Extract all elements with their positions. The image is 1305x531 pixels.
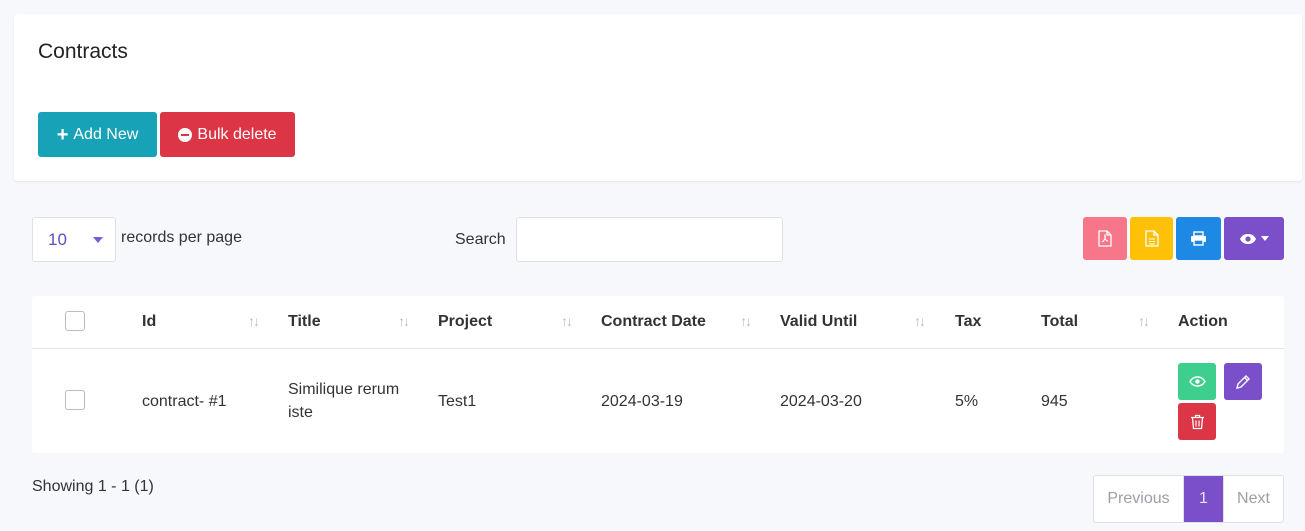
column-header-contract-date[interactable]: Contract Date [601,313,706,331]
column-header-project[interactable]: Project [438,313,492,331]
sort-icon[interactable]: ↑↓ [1138,313,1150,329]
add-new-label: Add New [73,125,139,143]
caret-down-icon [1261,236,1269,241]
sort-icon[interactable]: ↑↓ [740,313,752,329]
minus-circle-icon [178,127,193,142]
plus-icon: + [56,123,69,146]
trash-icon [1190,414,1204,429]
add-new-button[interactable]: + Add New [38,112,157,157]
cell-project: Test1 [438,393,477,410]
sort-icon[interactable]: ↑↓ [914,313,926,329]
export-pdf-button[interactable] [1083,217,1127,260]
per-page-value: 10 [48,229,67,249]
cell-title-line1: Similique rerum [288,381,400,398]
previous-page-button[interactable]: Previous [1094,476,1184,522]
column-header-action: Action [1178,313,1228,330]
print-button[interactable] [1176,217,1221,260]
bulk-delete-label: Bulk delete [197,125,277,143]
row-checkbox[interactable] [65,390,85,410]
page-1-button[interactable]: 1 [1184,476,1223,522]
pagination: Previous 1 Next [1093,475,1284,523]
page-title: Contracts [38,40,128,63]
eye-icon [1240,233,1256,244]
contracts-table: Id ↑↓ Title ↑↓ Project ↑↓ Contract Date … [32,296,1284,453]
next-page-button[interactable]: Next [1223,476,1283,522]
export-csv-button[interactable] [1130,217,1173,260]
pencil-icon [1236,374,1250,389]
cell-total: 945 [1041,393,1068,410]
sort-icon[interactable]: ↑↓ [398,313,410,329]
eye-icon [1188,376,1206,387]
cell-contract-date: 2024-03-19 [601,393,683,410]
pdf-icon [1098,230,1112,247]
cell-title-line2: iste [288,404,313,421]
caret-down-icon [93,237,103,243]
cell-valid-until: 2024-03-20 [780,393,862,410]
table-header: Id ↑↓ Title ↑↓ Project ↑↓ Contract Date … [32,296,1284,349]
delete-button[interactable] [1178,403,1216,440]
view-button[interactable] [1178,363,1216,400]
per-page-label: records per page [121,229,242,246]
column-header-total[interactable]: Total [1041,313,1078,331]
column-header-valid-until[interactable]: Valid Until [780,313,857,331]
print-icon [1191,231,1206,246]
records-per-page-select[interactable]: 10 [32,217,116,262]
bulk-delete-button[interactable]: Bulk delete [160,112,295,157]
cell-id: contract- #1 [142,393,227,410]
search-label: Search [455,231,506,248]
search-input[interactable] [516,217,783,262]
column-header-id[interactable]: Id [142,313,156,331]
sort-icon[interactable]: ↑↓ [248,313,260,329]
header-card: Contracts + Add New Bulk delete [14,14,1302,181]
column-visibility-button[interactable] [1224,217,1284,260]
sort-icon[interactable]: ↑↓ [561,313,573,329]
csv-icon [1144,230,1159,247]
column-header-tax[interactable]: Tax [955,313,981,331]
showing-count: Showing 1 - 1 (1) [32,478,154,495]
cell-tax: 5% [955,393,979,410]
edit-button[interactable] [1224,363,1262,400]
column-header-title[interactable]: Title [288,313,321,331]
select-all-checkbox[interactable] [65,311,85,331]
